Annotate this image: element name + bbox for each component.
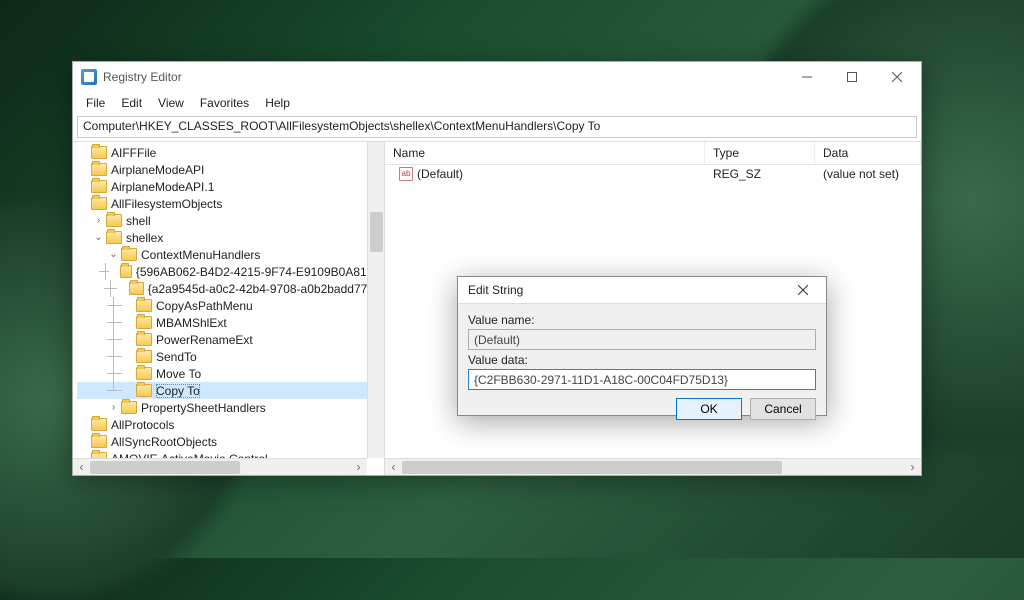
menu-favorites[interactable]: Favorites [193, 94, 256, 112]
folder-icon [129, 282, 143, 295]
list-row[interactable]: (Default) REG_SZ(value not set) [385, 165, 921, 183]
tree-item[interactable]: AllProtocols [77, 416, 384, 433]
tree-item-label: PowerRenameExt [156, 333, 253, 347]
menubar: File Edit View Favorites Help [73, 92, 921, 114]
window-title: Registry Editor [103, 70, 784, 84]
reg-string-icon [399, 167, 413, 181]
close-button[interactable] [874, 63, 919, 92]
tree-horizontal-scrollbar[interactable]: ‹› [73, 458, 367, 475]
tree-item[interactable]: {596AB062-B4D2-4215-9F74-E9109B0A8153} [77, 263, 384, 280]
folder-icon [136, 316, 152, 329]
folder-icon [91, 180, 107, 193]
tree-item-label: Copy To [156, 384, 200, 398]
folder-icon [136, 299, 152, 312]
titlebar[interactable]: Registry Editor [73, 62, 921, 92]
folder-icon [91, 418, 107, 431]
tree-item[interactable]: CopyAsPathMenu [77, 297, 384, 314]
tree-item-label: shell [126, 214, 151, 228]
folder-icon [91, 435, 107, 448]
list-horizontal-scrollbar[interactable]: ‹› [385, 458, 921, 475]
registry-tree[interactable]: AIFFFile AirplaneModeAPI AirplaneModeAPI.1… [73, 142, 384, 458]
chevron-right-icon[interactable] [92, 216, 105, 226]
tree-item-label: Move To [156, 367, 201, 381]
tree-item-label: AllProtocols [111, 418, 174, 432]
folder-icon [106, 231, 122, 244]
value-type: REG_SZ [705, 167, 815, 181]
app-icon [81, 69, 97, 85]
chevron-down-icon[interactable] [107, 250, 120, 260]
value-data-label: Value data: [468, 353, 816, 367]
chevron-right-icon[interactable] [107, 403, 120, 413]
tree-item[interactable]: AMOVIE.ActiveMovie Control [77, 450, 384, 458]
tree-item-label: shellex [126, 231, 163, 245]
folder-icon [136, 367, 152, 380]
menu-edit[interactable]: Edit [114, 94, 149, 112]
tree-item-label: MBAMShlExt [156, 316, 227, 330]
address-bar[interactable]: Computer\HKEY_CLASSES_ROOT\AllFilesystem… [77, 116, 917, 138]
menu-help[interactable]: Help [258, 94, 297, 112]
value-data-input[interactable] [468, 369, 816, 390]
column-data[interactable]: Data [815, 142, 921, 164]
maximize-button[interactable] [829, 63, 874, 92]
tree-item[interactable]: PowerRenameExt [77, 331, 384, 348]
column-name[interactable]: Name [385, 142, 705, 164]
menu-file[interactable]: File [79, 94, 112, 112]
folder-icon [106, 214, 122, 227]
tree-item-label: {a2a9545d-a0c2-42b4-9708-a0b2badd77c8} [148, 282, 384, 296]
tree-item-label: AllFilesystemObjects [111, 197, 222, 211]
dialog-titlebar[interactable]: Edit String [458, 277, 826, 304]
dialog-close-button[interactable] [784, 277, 822, 303]
folder-icon [136, 333, 152, 346]
value-name-input[interactable] [468, 329, 816, 350]
menu-view[interactable]: View [151, 94, 191, 112]
tree-item-label: AllSyncRootObjects [111, 435, 217, 449]
edit-string-dialog: Edit String Value name: Value data: OK C… [457, 276, 827, 416]
chevron-down-icon[interactable] [92, 233, 105, 243]
list-header[interactable]: Name Type Data [385, 142, 921, 165]
folder-icon [91, 197, 107, 210]
tree-item-label: PropertySheetHandlers [141, 401, 266, 415]
folder-icon [91, 146, 107, 159]
tree-item[interactable]: shell [77, 212, 384, 229]
value-data: (value not set) [815, 167, 921, 181]
tree-item-label: SendTo [156, 350, 197, 364]
tree-item[interactable]: Copy To [77, 382, 384, 399]
tree-item-label: AIFFFile [111, 146, 156, 160]
tree-item[interactable]: AllSyncRootObjects [77, 433, 384, 450]
column-type[interactable]: Type [705, 142, 815, 164]
tree-pane: AIFFFile AirplaneModeAPI AirplaneModeAPI.1… [73, 142, 385, 475]
tree-item-label: AirplaneModeAPI [111, 163, 204, 177]
ok-button[interactable]: OK [676, 398, 742, 420]
folder-icon [120, 265, 132, 278]
value-name: (Default) [417, 167, 463, 181]
tree-item[interactable]: AIFFFile [77, 144, 384, 161]
cancel-button[interactable]: Cancel [750, 398, 816, 420]
dialog-title: Edit String [468, 283, 784, 297]
tree-item[interactable]: AirplaneModeAPI.1 [77, 178, 384, 195]
tree-item[interactable]: MBAMShlExt [77, 314, 384, 331]
tree-item[interactable]: AllFilesystemObjects [77, 195, 384, 212]
tree-item[interactable]: SendTo [77, 348, 384, 365]
tree-item-label: AirplaneModeAPI.1 [111, 180, 214, 194]
tree-item-label: CopyAsPathMenu [156, 299, 253, 313]
folder-icon [121, 401, 137, 414]
tree-item[interactable]: PropertySheetHandlers [77, 399, 384, 416]
tree-item-label: {596AB062-B4D2-4215-9F74-E9109B0A8153} [136, 265, 384, 279]
folder-icon [136, 350, 152, 363]
tree-item[interactable]: shellex [77, 229, 384, 246]
tree-item[interactable]: {a2a9545d-a0c2-42b4-9708-a0b2badd77c8} [77, 280, 384, 297]
tree-item[interactable]: ContextMenuHandlers [77, 246, 384, 263]
tree-item-label: ContextMenuHandlers [141, 248, 260, 262]
minimize-button[interactable] [784, 63, 829, 92]
tree-item[interactable]: Move To [77, 365, 384, 382]
folder-icon [91, 163, 107, 176]
tree-item[interactable]: AirplaneModeAPI [77, 161, 384, 178]
tree-vertical-scrollbar[interactable] [367, 142, 384, 458]
folder-icon [121, 248, 137, 261]
value-name-label: Value name: [468, 313, 816, 327]
folder-icon [136, 384, 152, 397]
